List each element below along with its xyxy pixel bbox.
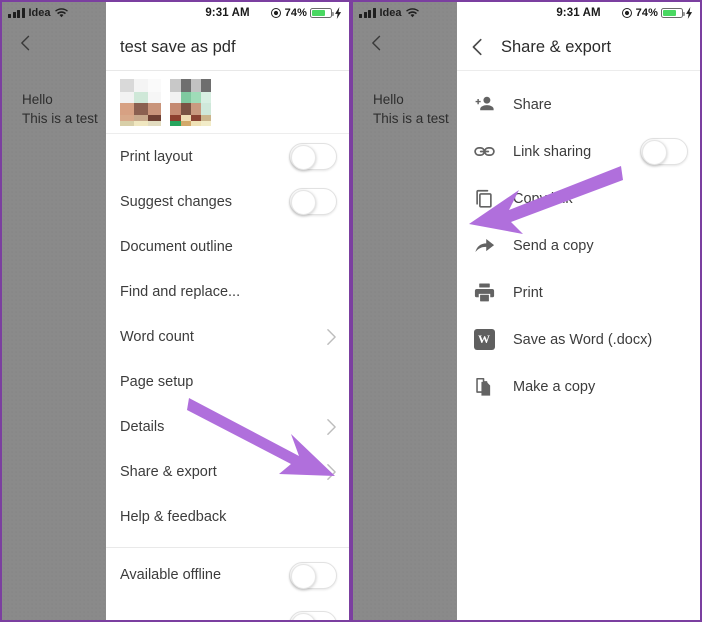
charging-bolt-icon xyxy=(335,7,342,19)
charging-bolt-icon xyxy=(686,7,693,19)
thumbnail-page-1[interactable] xyxy=(120,78,161,126)
signal-bars-icon xyxy=(359,8,376,18)
share-export-header: Share & export xyxy=(457,24,700,71)
document-line-2: This is a test xyxy=(22,111,98,126)
back-chevron-icon[interactable] xyxy=(16,33,36,53)
share-item-label: Share xyxy=(513,96,552,113)
status-right-cluster: 74% xyxy=(270,2,342,24)
page-title: Share & export xyxy=(501,37,612,56)
right-document-scrim: Idea Hello This is a test xyxy=(353,2,457,620)
document-page-thumbnails[interactable] xyxy=(106,71,349,134)
menu-item-label: Available offline xyxy=(120,567,222,583)
document-line-1: Hello xyxy=(22,92,53,107)
menu-item-label: Document outline xyxy=(120,238,233,255)
share-item-label: Send a copy xyxy=(513,237,594,254)
share-item-send-a-copy[interactable]: Send a copy xyxy=(457,222,700,269)
status-time: 9:31 AM xyxy=(556,7,601,19)
document-line-2: This is a test xyxy=(373,111,449,126)
share-item-label: Save as Word (.docx) xyxy=(513,331,653,348)
screenshot-stage: Idea Hello This is a test 9:31 AM 74% te… xyxy=(0,0,702,622)
print-layout-toggle[interactable] xyxy=(289,143,337,170)
alarm-icon xyxy=(270,8,281,18)
wifi-icon xyxy=(54,7,68,17)
menu-item-label: Print layout xyxy=(120,148,193,165)
share-item-share[interactable]: Share xyxy=(457,81,700,128)
chevron-right-icon xyxy=(327,328,336,345)
battery-icon xyxy=(310,7,334,19)
document-body-preview: Hello This is a test xyxy=(373,90,449,128)
menu-item-share-and-export[interactable]: Share & export xyxy=(106,449,349,494)
alarm-icon xyxy=(621,8,632,18)
menu-item-page-setup[interactable]: Page setup xyxy=(106,359,349,404)
menu-item-label: Details xyxy=(120,418,165,435)
menu-item-help-and-feedback[interactable]: Help & feedback xyxy=(106,494,349,539)
menu-item-clipped[interactable] xyxy=(106,602,349,620)
left-scrim-statusbar: Idea xyxy=(2,2,106,24)
right-statusbar: 9:31 AM 74% xyxy=(457,2,700,24)
menu-item-word-count[interactable]: Word count xyxy=(106,314,349,359)
battery-icon xyxy=(661,7,685,19)
available-offline-toggle[interactable] xyxy=(289,561,337,589)
share-item-label: Make a copy xyxy=(513,378,596,395)
share-item-copy-link[interactable]: Copy link xyxy=(457,175,700,222)
share-item-link-sharing[interactable]: Link sharing xyxy=(457,128,700,175)
menu-item-label: Page setup xyxy=(120,373,194,390)
chevron-right-icon xyxy=(327,418,336,435)
copy-icon xyxy=(469,184,499,214)
menu-item-find-and-replace[interactable]: Find and replace... xyxy=(106,269,349,314)
document-line-1: Hello xyxy=(373,92,404,107)
menu-item-label: Suggest changes xyxy=(120,193,233,210)
link-icon xyxy=(469,137,499,167)
share-item-make-a-copy[interactable]: Make a copy xyxy=(457,363,700,410)
back-chevron-icon[interactable] xyxy=(367,33,387,53)
status-time: 9:31 AM xyxy=(205,7,250,19)
menu-item-available-offline[interactable]: Available offline xyxy=(106,548,349,602)
person-add-icon xyxy=(469,90,499,120)
menu-item-label: Share & export xyxy=(120,463,217,480)
word-badge-icon: W xyxy=(469,325,499,355)
carrier-label: Idea xyxy=(28,7,51,19)
menu-item-suggest-changes[interactable]: Suggest changes xyxy=(106,179,349,224)
menu-item-label: Help & feedback xyxy=(120,508,227,525)
chevron-right-icon xyxy=(327,463,336,480)
copy-document-icon xyxy=(469,372,499,402)
menu-item-details[interactable]: Details xyxy=(106,404,349,449)
status-right-cluster: 74% xyxy=(621,2,693,24)
link-sharing-toggle[interactable] xyxy=(640,138,688,165)
share-item-label: Print xyxy=(513,284,543,301)
share-item-label: Copy link xyxy=(513,190,573,207)
share-export-list: Share Link sharing Copy link Send a copy… xyxy=(457,71,700,410)
left-document-scrim: Idea Hello This is a test xyxy=(2,2,106,620)
share-item-save-as-word[interactable]: W Save as Word (.docx) xyxy=(457,316,700,363)
menu-item-print-layout[interactable]: Print layout xyxy=(106,134,349,179)
battery-percent-label: 74% xyxy=(635,7,658,19)
menu-item-label: Find and replace... xyxy=(120,283,241,300)
share-item-label: Link sharing xyxy=(513,143,592,160)
left-options-sheet: 9:31 AM 74% test save as pdf Print layou… xyxy=(106,2,349,620)
menu-item-label: Word count xyxy=(120,328,194,345)
right-scrim-statusbar: Idea xyxy=(353,2,457,24)
signal-bars-icon xyxy=(8,8,25,18)
share-item-print[interactable]: Print xyxy=(457,269,700,316)
share-export-sheet: 9:31 AM 74% Share & export Share Link sh… xyxy=(457,2,700,620)
thumbnail-page-2[interactable] xyxy=(170,78,211,126)
back-chevron-icon[interactable] xyxy=(467,36,489,58)
wifi-icon xyxy=(405,7,419,17)
right-screenshot-panel: Idea Hello This is a test 9:31 AM 74% Sh… xyxy=(351,0,702,622)
document-body-preview: Hello This is a test xyxy=(22,90,98,128)
suggest-changes-toggle[interactable] xyxy=(289,188,337,215)
printer-icon xyxy=(469,278,499,308)
battery-percent-label: 74% xyxy=(284,7,307,19)
menu-item-document-outline[interactable]: Document outline xyxy=(106,224,349,269)
clipped-toggle[interactable] xyxy=(289,611,337,620)
left-menu-list: Print layout Suggest changes Document ou… xyxy=(106,134,349,620)
share-arrow-icon xyxy=(469,231,499,261)
left-statusbar: 9:31 AM 74% xyxy=(106,2,349,24)
left-screenshot-panel: Idea Hello This is a test 9:31 AM 74% te… xyxy=(0,0,351,622)
carrier-label: Idea xyxy=(379,7,402,19)
page-title: test save as pdf xyxy=(106,24,349,71)
